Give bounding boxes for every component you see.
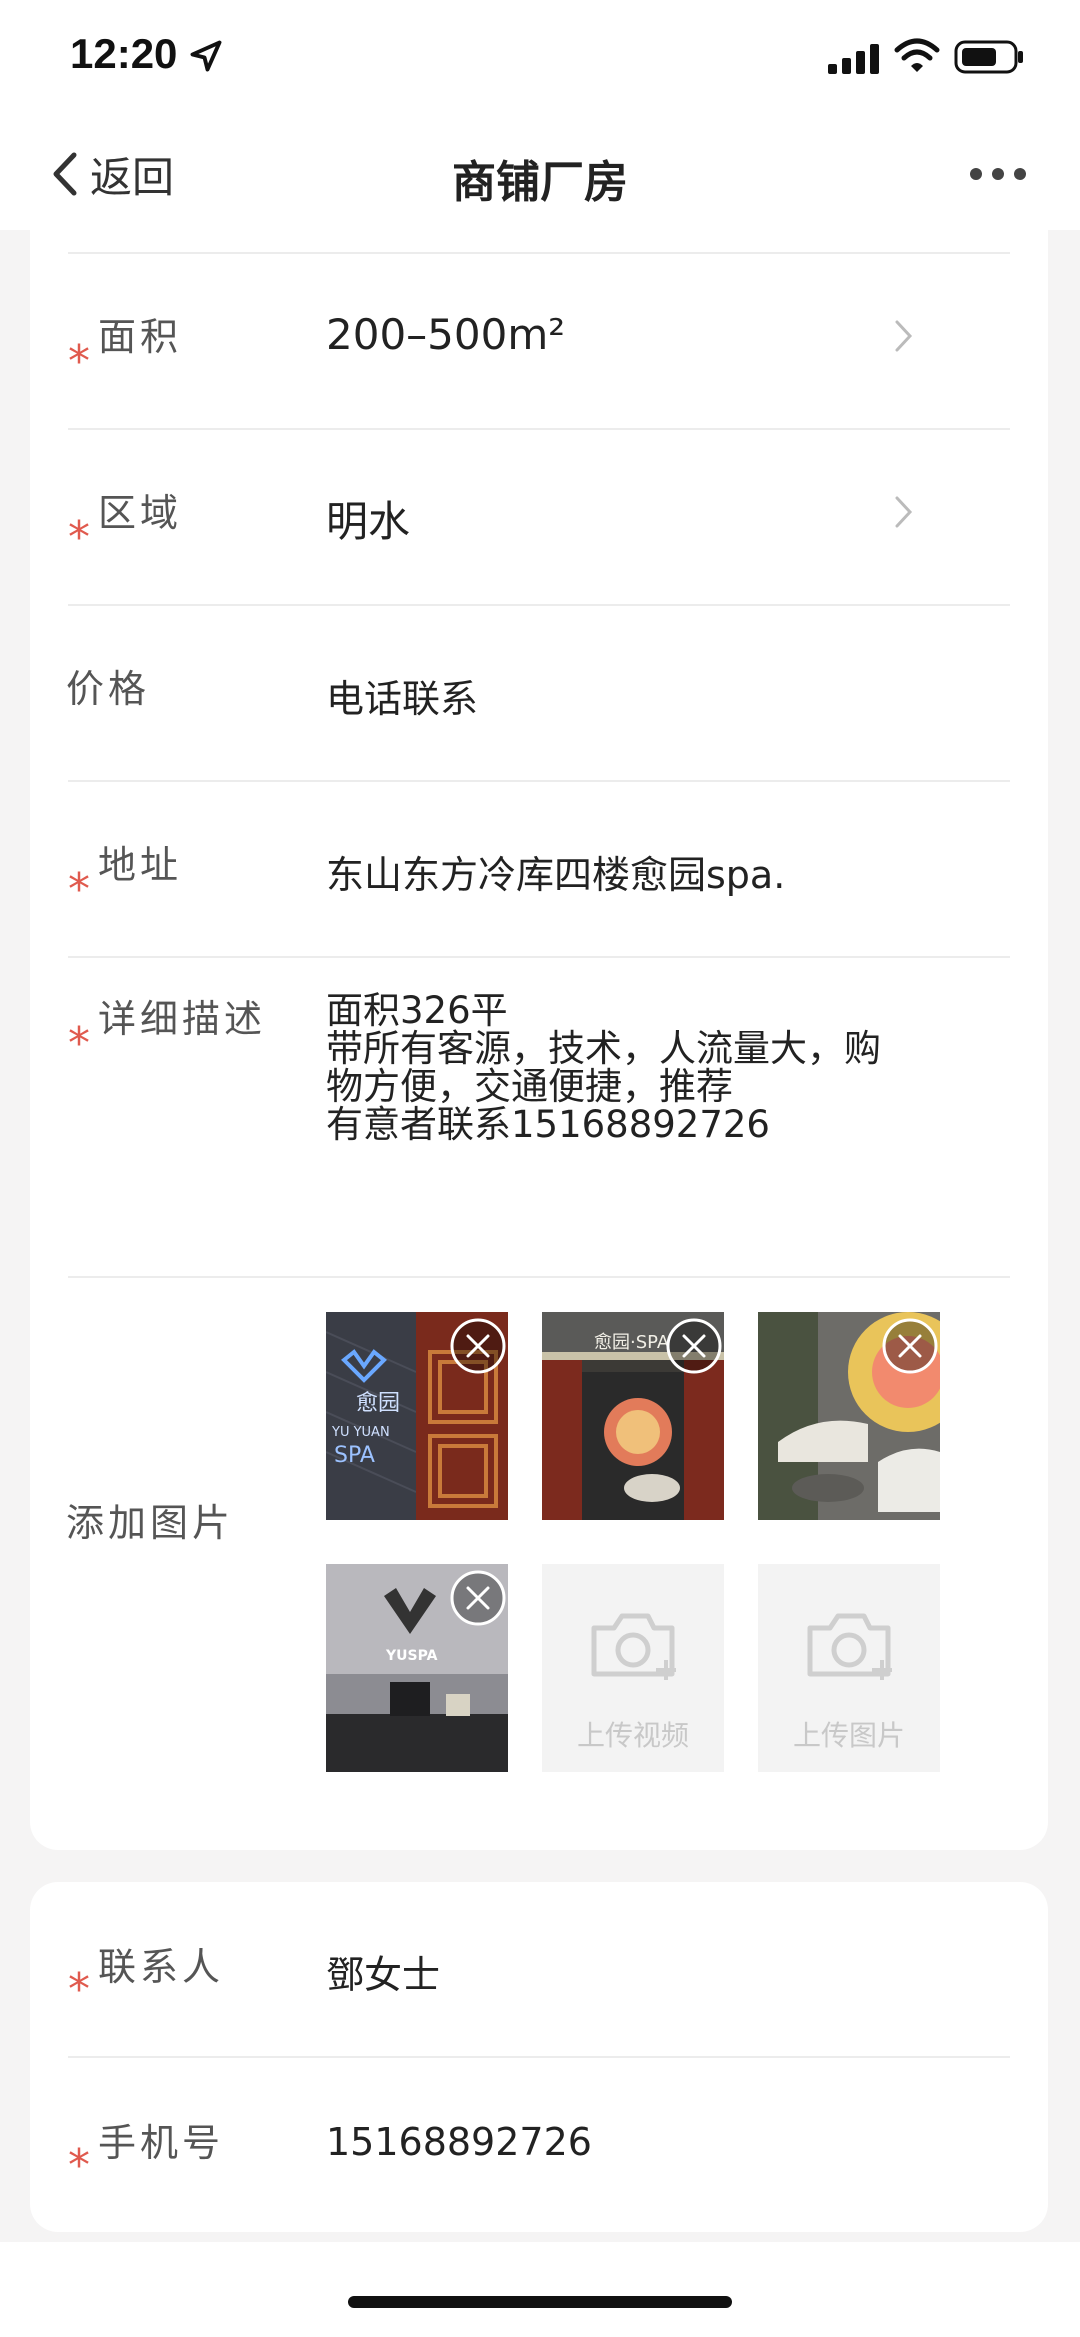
price-label: 价格 (66, 667, 151, 711)
close-icon[interactable] (880, 1316, 940, 1376)
phone-input[interactable]: 15168892726 (326, 2120, 592, 2164)
more-icon[interactable] (968, 164, 1028, 184)
wifi-icon (894, 38, 940, 72)
upload-image-label: 上传图片 (792, 1719, 905, 1752)
description-row[interactable]: * 详细描述 面积326平 带所有客源，技术，人流量大，购 物方便，交通便捷，推… (30, 958, 1048, 1276)
close-icon[interactable] (448, 1316, 508, 1376)
description-label: 详细描述 (98, 997, 267, 1041)
camera-icon (807, 1613, 892, 1680)
photo-thumbnail[interactable]: YUSPA (326, 1564, 508, 1772)
thumb-text: SPA (334, 1443, 375, 1468)
page-title: 商铺厂房 (452, 157, 628, 208)
address-value[interactable]: 东山东方冷库四楼愈园spa. (326, 844, 785, 899)
contact-name-row[interactable]: * 联系人 鄧女士 (30, 1882, 1048, 2056)
listing-form-card: * 面积 200–500m² * 区域 明水 价格 电话联系 * 地址 东山东方… (30, 230, 1048, 1850)
price-row[interactable]: 价格 电话联系 (30, 606, 1048, 780)
nav-bar: 返回 商铺厂房 (0, 120, 1080, 230)
thumb-text: 愈园·SPA (594, 1332, 670, 1353)
required-mark: * (68, 1964, 90, 2015)
phone-label: 手机号 (98, 2121, 225, 2165)
upload-video-label: 上传视频 (576, 1719, 689, 1752)
home-indicator[interactable] (348, 2296, 732, 2308)
description-line: 面积326平 (326, 989, 508, 1032)
contact-name-label: 联系人 (98, 1945, 225, 1989)
thumb-text: YUSPA (385, 1648, 438, 1664)
camera-icon (591, 1613, 676, 1680)
required-mark: * (68, 2140, 90, 2191)
region-value: 明水 (326, 497, 411, 546)
photo-thumbnail[interactable]: 愈园 YU YUAN SPA (326, 1312, 508, 1520)
required-mark: * (68, 336, 90, 387)
price-value[interactable]: 电话联系 (326, 668, 478, 723)
photos-label: 添加图片 (66, 1501, 235, 1545)
phone-row[interactable]: * 手机号 15168892726 (30, 2058, 1048, 2232)
description-line: 带所有客源，技术，人流量大，购 (326, 1027, 881, 1070)
address-label: 地址 (98, 843, 183, 887)
close-icon[interactable] (664, 1316, 724, 1376)
description-line: 物方便，交通便捷，推荐 (326, 1065, 733, 1108)
thumb-text: 愈园 (356, 1391, 400, 1416)
region-label: 区域 (98, 491, 183, 535)
signal-icon (828, 44, 879, 74)
chevron-right-icon (895, 320, 913, 352)
battery-icon (954, 40, 1023, 74)
area-label: 面积 (98, 315, 183, 359)
upload-video-button[interactable]: 上传视频 (542, 1564, 724, 1772)
upload-image-button[interactable]: 上传图片 (758, 1564, 940, 1772)
thumb-text: YU YUAN (331, 1425, 390, 1440)
close-icon[interactable] (448, 1568, 508, 1628)
chevron-right-icon (895, 496, 913, 528)
home-bar (0, 2242, 1080, 2337)
photos-row: 添加图片 愈园 YU YUAN SPA 愈园·SPA YUSPA 上传视频 上传… (30, 1278, 1048, 1838)
status-bar: 12:20 (0, 0, 1080, 120)
area-value: 200–500m² (326, 310, 566, 359)
required-mark: * (68, 1018, 90, 1069)
location-arrow-icon (190, 40, 222, 72)
status-time: 12:20 (70, 30, 178, 77)
description-line: 有意者联系15168892726 (326, 1103, 770, 1146)
photo-thumbnail[interactable] (758, 1312, 940, 1520)
address-row[interactable]: * 地址 东山东方冷库四楼愈园spa. (30, 782, 1048, 956)
area-row[interactable]: * 面积 200–500m² (30, 254, 1048, 428)
required-mark: * (68, 512, 90, 563)
photo-thumbnail[interactable]: 愈园·SPA (542, 1312, 724, 1520)
region-row[interactable]: * 区域 明水 (30, 430, 1048, 604)
required-mark: * (68, 864, 90, 915)
contact-card: * 联系人 鄧女士 * 手机号 15168892726 (30, 1882, 1048, 2232)
contact-name-input[interactable]: 鄧女士 (326, 1944, 440, 1999)
description-textarea[interactable]: 面积326平 带所有客源，技术，人流量大，购 物方便，交通便捷，推荐 有意者联系… (326, 992, 946, 1144)
